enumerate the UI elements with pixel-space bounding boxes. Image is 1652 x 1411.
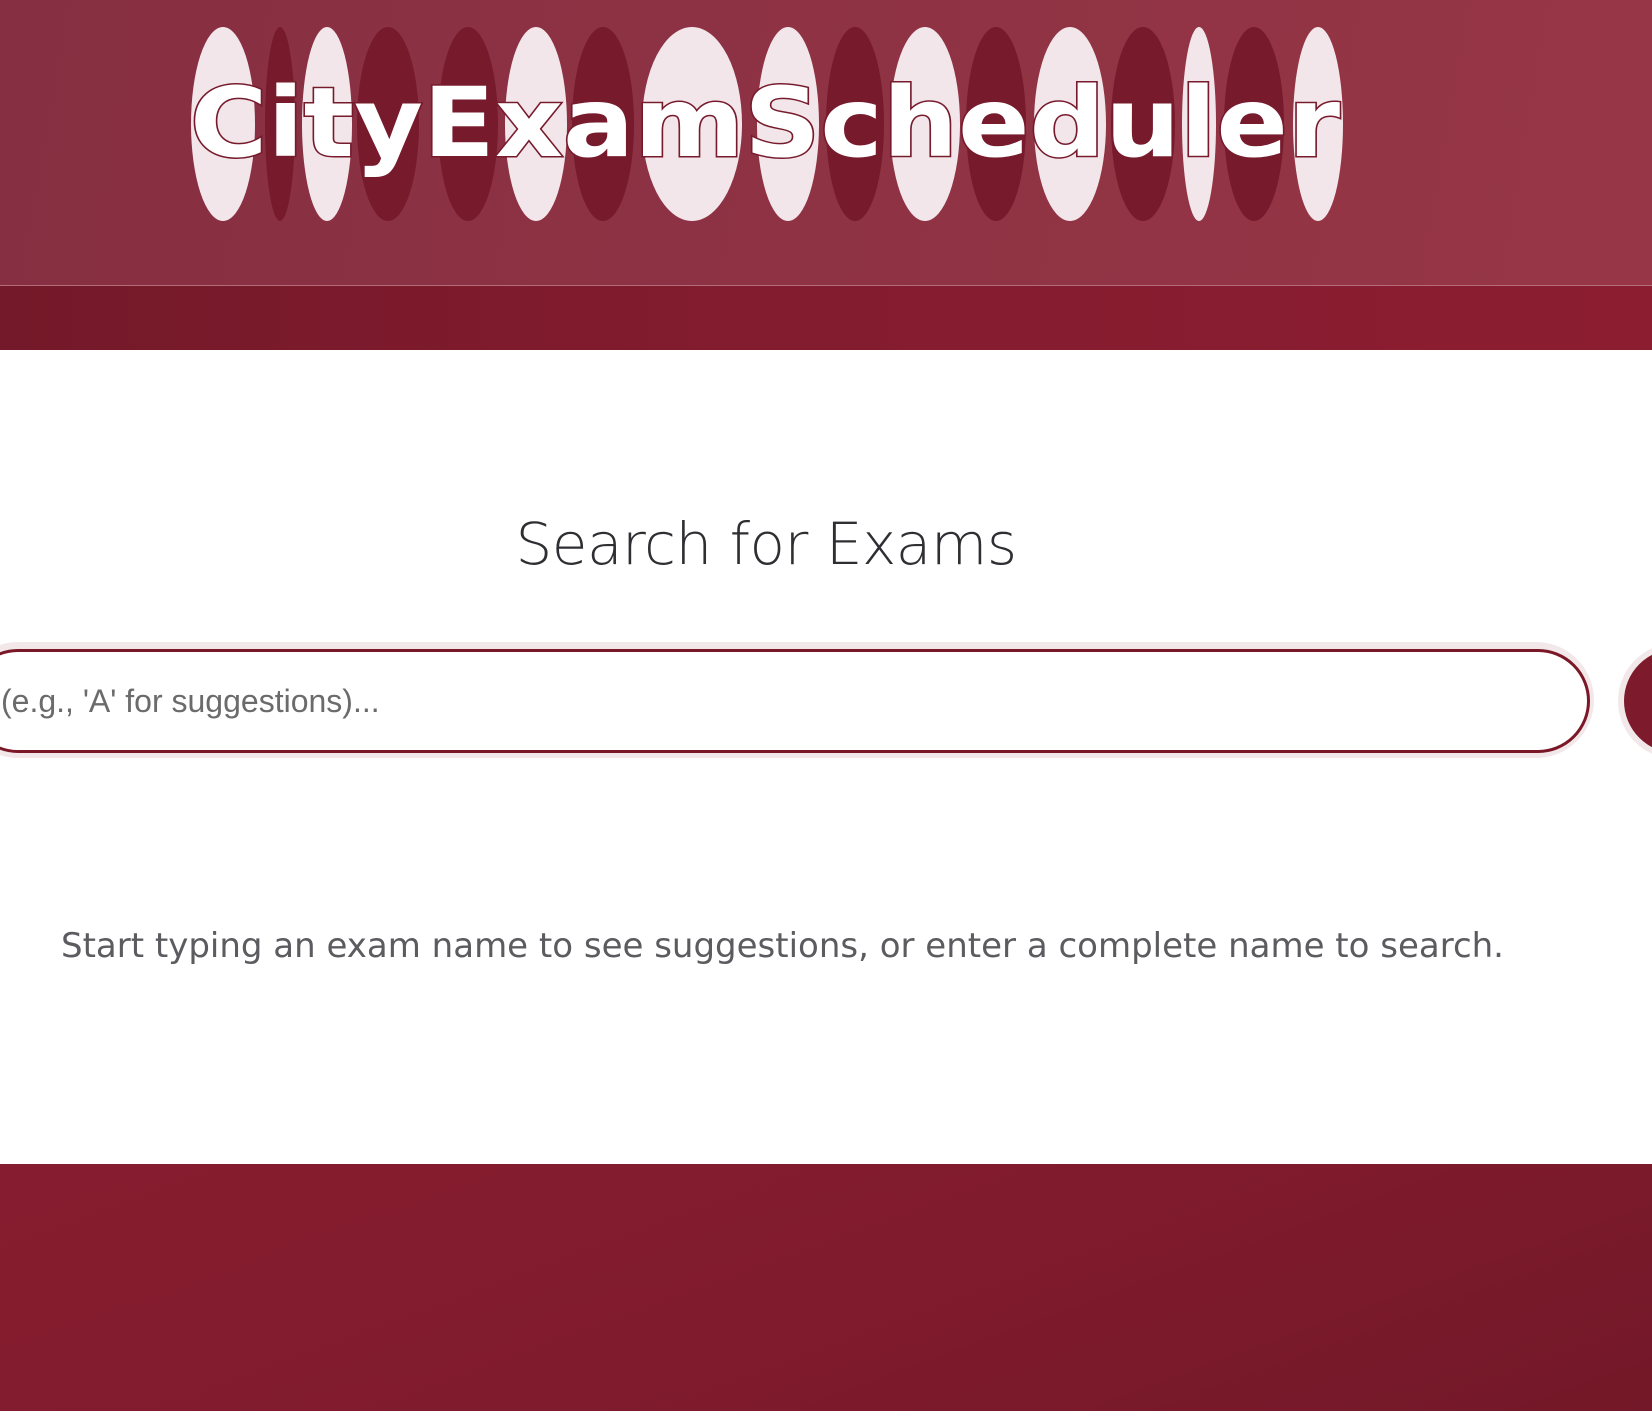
page-title: Search for Exams bbox=[515, 510, 1017, 578]
search-button[interactable] bbox=[1624, 649, 1652, 753]
nav-bar bbox=[0, 286, 1652, 350]
site-footer bbox=[0, 1164, 1652, 1411]
main-content: Search for Exams Start typing an exam na… bbox=[0, 350, 1652, 1164]
exam-search-input[interactable] bbox=[0, 649, 1590, 753]
search-hint: Start typing an exam name to see suggest… bbox=[61, 926, 1504, 966]
logo-text: CityExamScheduler bbox=[190, 67, 1341, 179]
page: CityExamScheduler Search for Exams Start… bbox=[0, 0, 1652, 1411]
site-logo[interactable]: CityExamScheduler bbox=[0, 0, 1652, 286]
site-header: CityExamScheduler bbox=[0, 0, 1652, 286]
